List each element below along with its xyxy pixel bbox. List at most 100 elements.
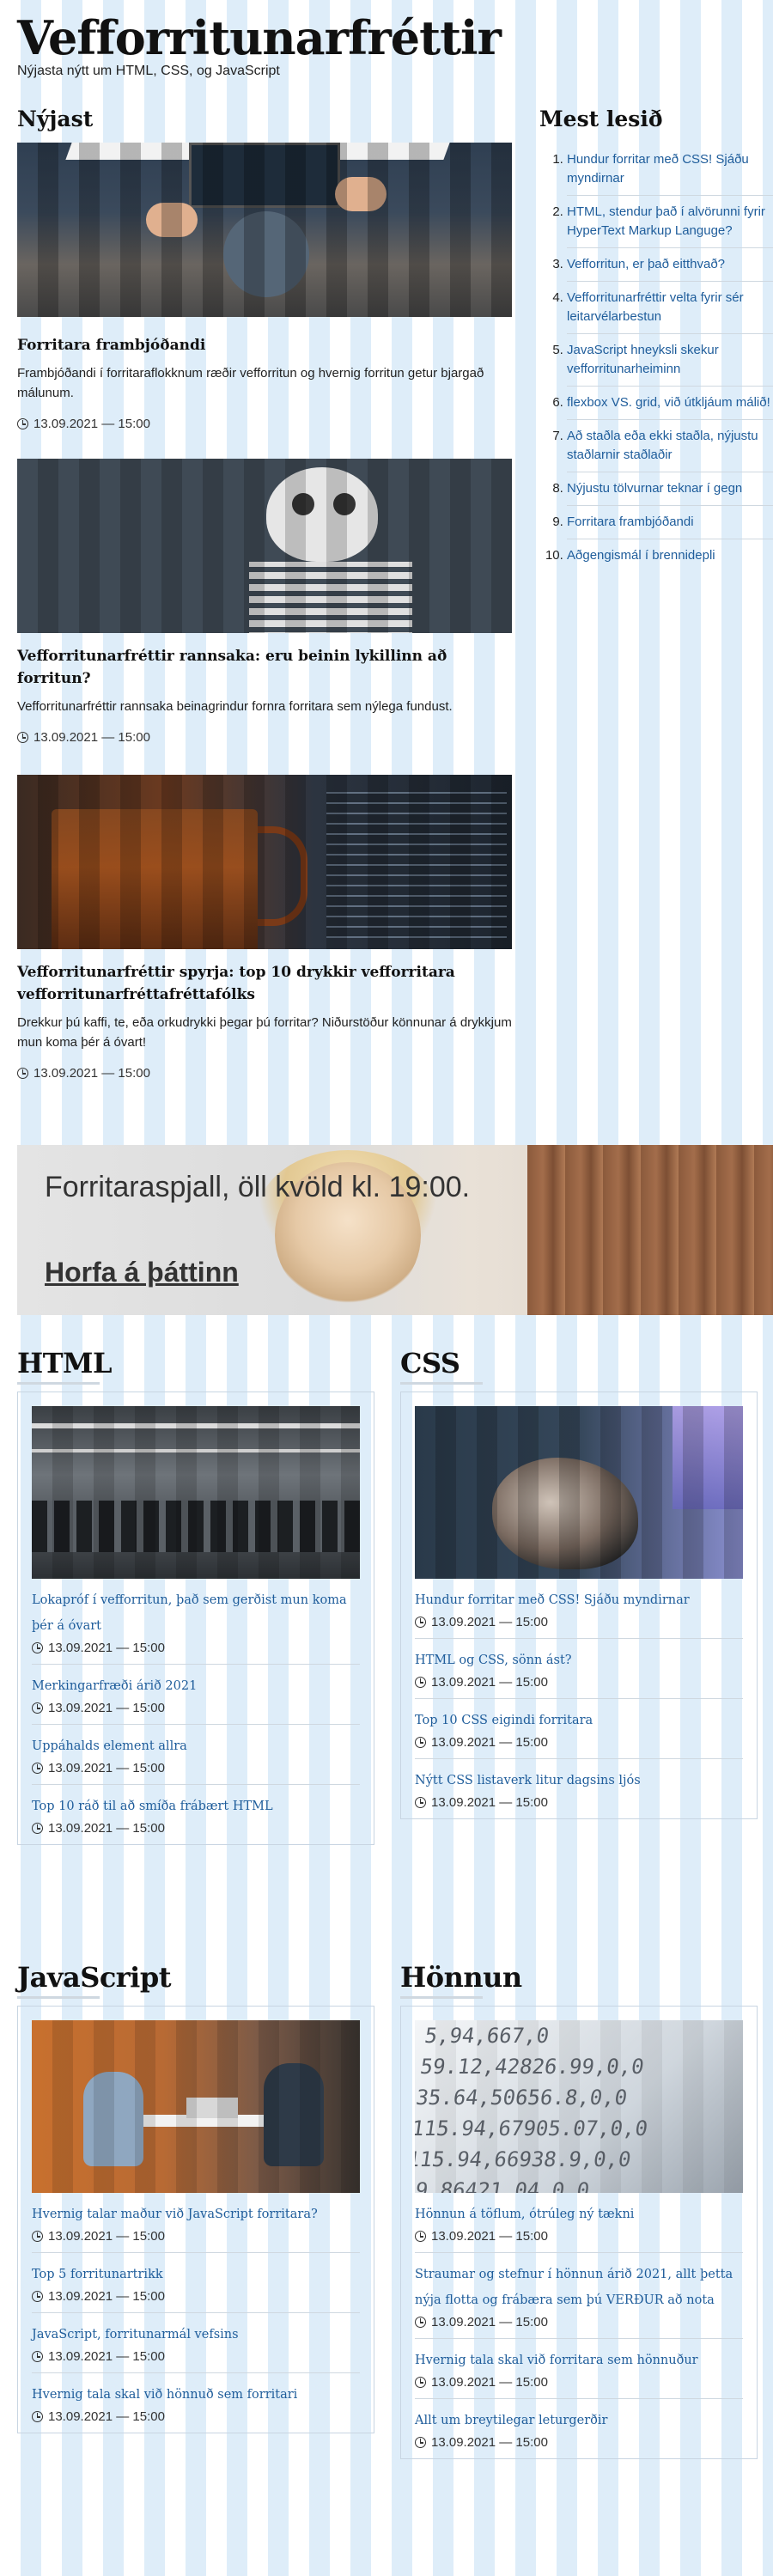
most-read-link[interactable]: Aðgengismál í brennidepli <box>567 548 715 563</box>
article-link[interactable]: HTML og CSS, sönn ást? <box>415 1647 743 1673</box>
list-item: HTML, stendur það í alvörunni fyrir Hype… <box>567 196 773 248</box>
category-heading[interactable]: Hönnun <box>400 1961 758 1999</box>
story-summary: Vefforritunarfréttir rannsaka beinagrind… <box>17 699 453 714</box>
most-read-link[interactable]: Vefforritunarfréttir velta fyrir sér lei… <box>567 290 744 324</box>
site-title[interactable]: Vefforritunarfréttir <box>17 12 502 64</box>
clock-icon <box>32 2351 43 2362</box>
article-link[interactable]: Uppáhalds element allra <box>32 1733 360 1759</box>
list-item: JavaScript, forritunarmál vefsins 13.09.… <box>32 2313 360 2373</box>
story-card[interactable]: Vefforritunarfréttir spyrja: top 10 dryk… <box>17 775 512 1081</box>
list-item: Að staðla eða ekki staðla, nýjustu staðl… <box>567 420 773 472</box>
article-date: 13.09.2021 — 15:00 <box>48 1761 165 1775</box>
list-item: Hvernig talar maður við JavaScript forri… <box>32 2193 360 2253</box>
story-title[interactable]: Forritara frambjóðandi <box>17 334 512 356</box>
article-link[interactable]: Straumar og stefnur í hönnun árið 2021, … <box>415 2262 743 2313</box>
category-box: Hundur forritar með CSS! Sjáðu myndirnar… <box>400 1392 758 1819</box>
clock-icon <box>415 1797 426 1808</box>
clock-icon <box>17 732 28 743</box>
story-meta: 13.09.2021 — 15:00 <box>17 1066 512 1081</box>
list-item: HTML og CSS, sönn ást? 13.09.2021 — 15:0… <box>415 1639 743 1699</box>
list-item: Hvernig tala skal við forritara sem hönn… <box>415 2339 743 2399</box>
article-link[interactable]: Top 10 CSS eigindi forritara <box>415 1708 743 1733</box>
clock-icon <box>415 2317 426 2328</box>
article-link[interactable]: Hvernig talar maður við JavaScript forri… <box>32 2201 360 2227</box>
article-link[interactable]: Hundur forritar með CSS! Sjáðu myndirnar <box>415 1587 743 1613</box>
clock-icon <box>415 1617 426 1628</box>
article-meta: 13.09.2021 — 15:00 <box>32 1701 360 1715</box>
category-box: 5,94,667,0 59.12,42826.99,0,0 35.64,5065… <box>400 2006 758 2459</box>
list-item: flexbox VS. grid, við útkljáum málið! <box>567 387 773 420</box>
clock-icon <box>32 2231 43 2242</box>
latest-heading: Nýjast <box>17 107 94 131</box>
list-item: Straumar og stefnur í hönnun árið 2021, … <box>415 2253 743 2339</box>
category-image-dog[interactable] <box>415 1406 743 1579</box>
most-read-link[interactable]: JavaScript hneyksli skekur vefforritunar… <box>567 343 719 376</box>
most-read-link[interactable]: flexbox VS. grid, við útkljáum málið! <box>567 395 770 410</box>
article-link[interactable]: Top 5 forritunartrikk <box>32 2262 360 2287</box>
story-image-skeleton[interactable] <box>17 459 512 633</box>
clock-icon <box>17 1068 28 1079</box>
most-read-section: Mest lesið Hundur forritar með CSS! Sjáð… <box>539 107 773 572</box>
story-date: 13.09.2021 — 15:00 <box>33 1066 150 1081</box>
article-date: 13.09.2021 — 15:00 <box>48 2289 165 2304</box>
list-item: Allt um breytilegar leturgerðir 13.09.20… <box>415 2399 743 2458</box>
article-link[interactable]: Hvernig tala skal við forritara sem hönn… <box>415 2348 743 2373</box>
article-link[interactable]: Nýtt CSS listaverk litur dagsins ljós <box>415 1768 743 1793</box>
most-read-list: Hundur forritar með CSS! Sjáðu myndirnar… <box>539 143 773 572</box>
clock-icon <box>17 418 28 429</box>
clock-icon <box>415 2377 426 2388</box>
clock-icon <box>415 1677 426 1688</box>
story-image-tea[interactable] <box>17 775 512 949</box>
category-css: CSS Hundur forritar með CSS! Sjáðu myndi… <box>400 1347 758 1819</box>
story-title[interactable]: Vefforritunarfréttir rannsaka: eru beini… <box>17 645 512 690</box>
article-link[interactable]: JavaScript, forritunarmál vefsins <box>32 2322 360 2348</box>
story-image-desk[interactable] <box>17 143 512 317</box>
article-link[interactable]: Lokapróf í vefforritun, það sem gerðist … <box>32 1587 360 1639</box>
most-read-link[interactable]: Forritara frambjóðandi <box>567 515 694 529</box>
article-date: 13.09.2021 — 15:00 <box>48 1821 165 1836</box>
category-heading[interactable]: HTML <box>17 1347 374 1385</box>
list-item: Merkingarfræði árið 2021 13.09.2021 — 15… <box>32 1665 360 1725</box>
article-link[interactable]: Merkingarfræði árið 2021 <box>32 1673 360 1699</box>
article-link[interactable]: Top 10 ráð til að smíða frábært HTML <box>32 1793 360 1819</box>
category-image-meeting[interactable] <box>32 2020 360 2193</box>
most-read-link[interactable]: Nýjustu tölvurnar teknar í gegn <box>567 481 742 496</box>
most-read-link[interactable]: Að staðla eða ekki staðla, nýjustu staðl… <box>567 429 758 462</box>
clock-icon <box>32 2291 43 2302</box>
category-image-office[interactable] <box>32 1406 360 1579</box>
article-meta: 13.09.2021 — 15:00 <box>415 2435 743 2450</box>
promo-banner: Forritaraspjall, öll kvöld kl. 19:00. Ho… <box>17 1145 773 1315</box>
most-read-link[interactable]: Hundur forritar með CSS! Sjáðu myndirnar <box>567 152 749 186</box>
article-link[interactable]: Hvernig tala skal við hönnuð sem forrita… <box>32 2382 360 2408</box>
category-image-numbers[interactable]: 5,94,667,0 59.12,42826.99,0,0 35.64,5065… <box>415 2020 743 2193</box>
list-item: Vefforritun, er það eitthvað? <box>567 248 773 282</box>
list-item: Top 5 forritunartrikk 13.09.2021 — 15:00 <box>32 2253 360 2313</box>
story-card[interactable]: Forritara frambjóðandi Frambjóðandi í fo… <box>17 143 512 431</box>
list-item: Nýtt CSS listaverk litur dagsins ljós 13… <box>415 1759 743 1818</box>
article-meta: 13.09.2021 — 15:00 <box>32 1641 360 1655</box>
article-meta: 13.09.2021 — 15:00 <box>32 1821 360 1836</box>
article-meta: 13.09.2021 — 15:00 <box>415 2375 743 2390</box>
article-meta: 13.09.2021 — 15:00 <box>415 2229 743 2244</box>
article-link[interactable]: Allt um breytilegar leturgerðir <box>415 2408 743 2433</box>
article-date: 13.09.2021 — 15:00 <box>431 2375 548 2390</box>
most-read-link[interactable]: Vefforritun, er það eitthvað? <box>567 257 725 271</box>
article-date: 13.09.2021 — 15:00 <box>431 2315 548 2329</box>
category-javascript: JavaScript Hvernig talar maður við JavaS… <box>17 1961 374 2433</box>
story-summary: Frambjóðandi í forritaraflokknum ræðir v… <box>17 366 484 400</box>
list-item: Nýjustu tölvurnar teknar í gegn <box>567 472 773 506</box>
article-date: 13.09.2021 — 15:00 <box>431 1675 548 1690</box>
article-meta: 13.09.2021 — 15:00 <box>415 1795 743 1810</box>
article-date: 13.09.2021 — 15:00 <box>431 1735 548 1750</box>
most-read-link[interactable]: HTML, stendur það í alvörunni fyrir Hype… <box>567 204 765 238</box>
story-title[interactable]: Vefforritunarfréttir spyrja: top 10 dryk… <box>17 961 512 1006</box>
article-date: 13.09.2021 — 15:00 <box>431 2229 548 2244</box>
category-heading[interactable]: CSS <box>400 1347 758 1385</box>
clock-icon <box>32 1763 43 1774</box>
watch-show-link[interactable]: Horfa á þáttinn <box>45 1257 239 1288</box>
list-item: JavaScript hneyksli skekur vefforritunar… <box>567 334 773 387</box>
category-heading[interactable]: JavaScript <box>17 1961 374 1999</box>
story-card[interactable]: Vefforritunarfréttir rannsaka: eru beini… <box>17 459 512 745</box>
clock-icon <box>32 1823 43 1834</box>
article-link[interactable]: Hönnun á töflum, ótrúleg ný tækni <box>415 2201 743 2227</box>
